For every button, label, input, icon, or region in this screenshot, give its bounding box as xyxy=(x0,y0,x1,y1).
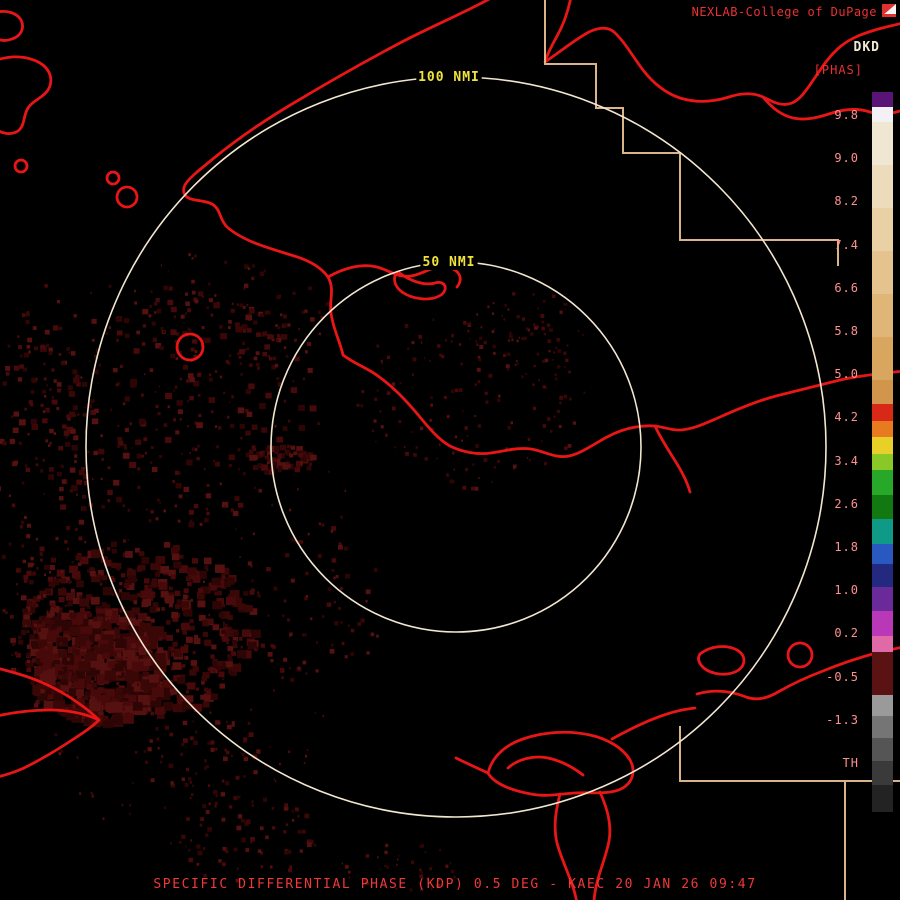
colorbar-segment xyxy=(872,379,893,405)
colorbar-segment xyxy=(872,715,893,739)
product-caption: SPECIFIC DIFFERENTIAL PHASE (KDP) 0.5 DE… xyxy=(153,877,757,892)
colorbar-segment xyxy=(872,652,893,696)
radar-map: 100 NMI 50 NMI xyxy=(0,0,900,900)
colorbar-segment xyxy=(872,494,893,520)
colorbar-segment xyxy=(872,738,893,761)
colorbar-segment xyxy=(872,586,893,612)
product-code: DKD xyxy=(853,40,880,55)
radar-echoes xyxy=(0,253,586,892)
colorbar-segment xyxy=(872,420,893,438)
water-boundaries xyxy=(0,0,900,900)
nexlab-logo-icon xyxy=(882,4,896,17)
range-ring-label: 50 NMI xyxy=(423,255,476,270)
colorbar-segment xyxy=(872,635,893,653)
colorbar-segment xyxy=(872,336,893,380)
colorbar-segment xyxy=(872,207,893,251)
brand-title: NEXLAB-College of DuPage xyxy=(691,5,877,19)
colorbar-segment xyxy=(872,519,893,544)
colorbar-segment xyxy=(872,785,893,812)
product-units: [PHAS] xyxy=(813,63,863,77)
colorbar-segment xyxy=(872,404,893,421)
radar-product-image: 100 NMI 50 NMI NEXLAB-College of DuPage D… xyxy=(0,0,900,900)
colorbar-segment xyxy=(872,453,893,470)
colorbar-segment xyxy=(872,437,893,454)
colorbar-segment xyxy=(872,293,893,337)
colorbar-segment xyxy=(872,564,893,587)
colorbar xyxy=(872,92,893,812)
range-ring-label: 100 NMI xyxy=(418,70,480,85)
colorbar-segment xyxy=(872,250,893,294)
political-boundaries xyxy=(544,0,900,900)
colorbar-segment xyxy=(872,611,893,636)
colorbar-segment xyxy=(872,121,893,165)
range-ring xyxy=(270,261,642,633)
colorbar-segment xyxy=(872,543,893,565)
colorbar-segment xyxy=(872,164,893,208)
colorbar-segment xyxy=(872,760,893,786)
colorbar-segment xyxy=(872,695,893,716)
colorbar-segment xyxy=(872,92,893,108)
colorbar-segment xyxy=(872,469,893,495)
colorbar-segment xyxy=(872,107,893,122)
